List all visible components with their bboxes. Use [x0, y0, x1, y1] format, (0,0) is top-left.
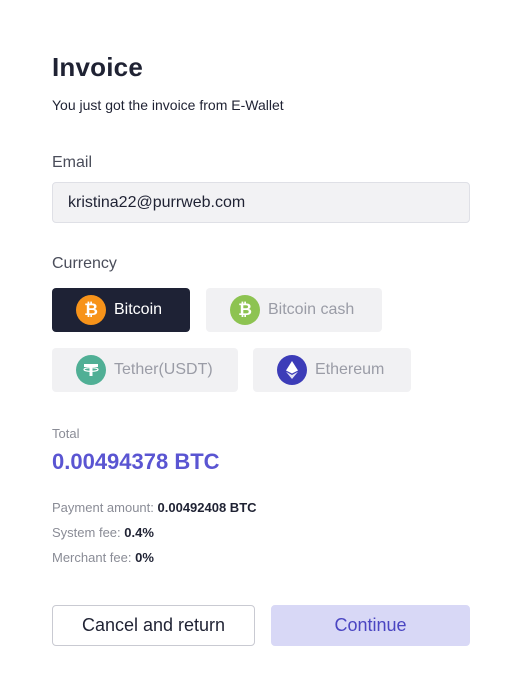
currency-option-tether[interactable]: Tether(USDT)	[52, 348, 238, 392]
merchant-fee-label: Merchant fee:	[52, 550, 132, 565]
bitcoin-cash-icon: ₿	[230, 295, 260, 325]
payment-amount-row: Payment amount: 0.00492408 BTC	[52, 500, 257, 515]
system-fee-value: 0.4%	[124, 525, 154, 540]
page-subtitle: You just got the invoice from E-Wallet	[52, 97, 284, 113]
currency-option-bitcoin-cash[interactable]: ₿ Bitcoin cash	[206, 288, 382, 332]
currency-label: Currency	[52, 255, 117, 272]
currency-option-label: Bitcoin cash	[268, 301, 355, 318]
currency-option-bitcoin[interactable]: ₿ Bitcoin	[52, 288, 190, 332]
email-label: Email	[52, 154, 93, 171]
currency-option-label: Bitcoin	[114, 301, 163, 318]
currency-option-label: Tether(USDT)	[114, 361, 213, 378]
tether-icon	[76, 355, 106, 385]
currency-option-ethereum[interactable]: Ethereum	[253, 348, 411, 392]
payment-amount-value: 0.00492408 BTC	[157, 500, 257, 515]
merchant-fee-value: 0%	[135, 550, 154, 565]
bitcoin-icon: ₿	[76, 295, 106, 325]
continue-button[interactable]: Continue	[271, 605, 470, 646]
page-title: Invoice	[52, 52, 143, 82]
merchant-fee-row: Merchant fee: 0%	[52, 550, 154, 565]
currency-option-label: Ethereum	[315, 361, 385, 378]
total-value: 0.00494378 BTC	[52, 449, 220, 474]
ethereum-icon	[277, 355, 307, 385]
system-fee-label: System fee:	[52, 525, 121, 540]
cancel-button[interactable]: Cancel and return	[52, 605, 255, 646]
total-label: Total	[52, 426, 80, 441]
system-fee-row: System fee: 0.4%	[52, 525, 154, 540]
email-field[interactable]	[52, 182, 470, 223]
payment-amount-label: Payment amount:	[52, 500, 154, 515]
